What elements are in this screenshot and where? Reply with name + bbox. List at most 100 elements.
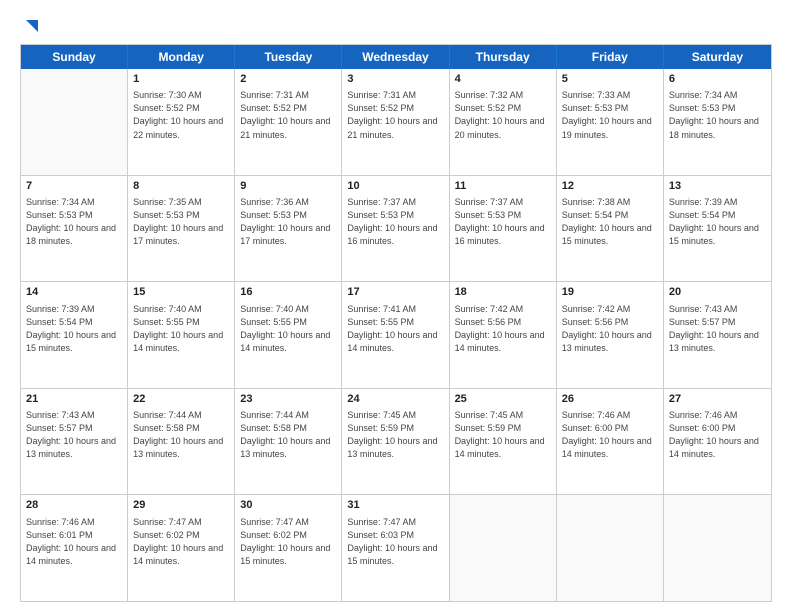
day-number: 29 [133, 498, 229, 513]
day-number: 6 [669, 72, 766, 87]
calendar-cell: 30 Sunrise: 7:47 AM Sunset: 6:02 PM Dayli… [235, 495, 342, 601]
cell-info: Sunrise: 7:41 AM Sunset: 5:55 PM Dayligh… [347, 303, 443, 355]
cell-info: Sunrise: 7:42 AM Sunset: 5:56 PM Dayligh… [562, 303, 658, 355]
calendar-cell: 15 Sunrise: 7:40 AM Sunset: 5:55 PM Dayli… [128, 282, 235, 388]
day-number: 21 [26, 392, 122, 407]
page: SundayMondayTuesdayWednesdayThursdayFrid… [0, 0, 792, 612]
calendar-cell: 17 Sunrise: 7:41 AM Sunset: 5:55 PM Dayli… [342, 282, 449, 388]
cell-info: Sunrise: 7:47 AM Sunset: 6:03 PM Dayligh… [347, 516, 443, 568]
cell-info: Sunrise: 7:37 AM Sunset: 5:53 PM Dayligh… [347, 196, 443, 248]
calendar-cell: 21 Sunrise: 7:43 AM Sunset: 5:57 PM Dayli… [21, 389, 128, 495]
header-day-saturday: Saturday [664, 45, 771, 69]
cell-info: Sunrise: 7:44 AM Sunset: 5:58 PM Dayligh… [240, 409, 336, 461]
cell-info: Sunrise: 7:30 AM Sunset: 5:52 PM Dayligh… [133, 89, 229, 141]
day-number: 19 [562, 285, 658, 300]
cell-info: Sunrise: 7:47 AM Sunset: 6:02 PM Dayligh… [133, 516, 229, 568]
calendar-cell: 16 Sunrise: 7:40 AM Sunset: 5:55 PM Dayli… [235, 282, 342, 388]
day-number: 22 [133, 392, 229, 407]
calendar-row: 1 Sunrise: 7:30 AM Sunset: 5:52 PM Daylig… [21, 69, 771, 175]
cell-info: Sunrise: 7:40 AM Sunset: 5:55 PM Dayligh… [240, 303, 336, 355]
day-number: 9 [240, 179, 336, 194]
cell-info: Sunrise: 7:31 AM Sunset: 5:52 PM Dayligh… [347, 89, 443, 141]
calendar-cell: 4Sunrise: 7:32 AM Sunset: 5:52 PM Daylig… [450, 69, 557, 175]
day-number: 3 [347, 72, 443, 87]
day-number: 11 [455, 179, 551, 194]
calendar: SundayMondayTuesdayWednesdayThursdayFrid… [20, 44, 772, 602]
day-number: 31 [347, 498, 443, 513]
day-number: 20 [669, 285, 766, 300]
cell-info: Sunrise: 7:38 AM Sunset: 5:54 PM Dayligh… [562, 196, 658, 248]
cell-info: Sunrise: 7:39 AM Sunset: 5:54 PM Dayligh… [26, 303, 122, 355]
calendar-cell [450, 495, 557, 601]
cell-info: Sunrise: 7:36 AM Sunset: 5:53 PM Dayligh… [240, 196, 336, 248]
day-number: 12 [562, 179, 658, 194]
day-number: 25 [455, 392, 551, 407]
cell-info: Sunrise: 7:47 AM Sunset: 6:02 PM Dayligh… [240, 516, 336, 568]
calendar-cell [21, 69, 128, 175]
calendar-cell: 1 Sunrise: 7:30 AM Sunset: 5:52 PM Daylig… [128, 69, 235, 175]
calendar-cell [664, 495, 771, 601]
cell-info: Sunrise: 7:37 AM Sunset: 5:53 PM Dayligh… [455, 196, 551, 248]
logo-arrow-icon [24, 18, 40, 34]
day-number: 14 [26, 285, 122, 300]
calendar-cell [557, 495, 664, 601]
calendar-cell: 25 Sunrise: 7:45 AM Sunset: 5:59 PM Dayli… [450, 389, 557, 495]
calendar-header: SundayMondayTuesdayWednesdayThursdayFrid… [21, 45, 771, 69]
day-number: 30 [240, 498, 336, 513]
calendar-cell: 27 Sunrise: 7:46 AM Sunset: 6:00 PM Dayli… [664, 389, 771, 495]
cell-info: Sunrise: 7:42 AM Sunset: 5:56 PM Dayligh… [455, 303, 551, 355]
cell-info: Sunrise: 7:45 AM Sunset: 5:59 PM Dayligh… [347, 409, 443, 461]
calendar-cell: 7 Sunrise: 7:34 AM Sunset: 5:53 PM Daylig… [21, 176, 128, 282]
cell-info: Sunrise: 7:40 AM Sunset: 5:55 PM Dayligh… [133, 303, 229, 355]
cell-info: Sunrise: 7:33 AM Sunset: 5:53 PM Dayligh… [562, 89, 658, 141]
calendar-cell: 12 Sunrise: 7:38 AM Sunset: 5:54 PM Dayli… [557, 176, 664, 282]
cell-info: Sunrise: 7:43 AM Sunset: 5:57 PM Dayligh… [669, 303, 766, 355]
header-day-sunday: Sunday [21, 45, 128, 69]
calendar-cell: 10Sunrise: 7:37 AM Sunset: 5:53 PM Dayli… [342, 176, 449, 282]
calendar-cell: 29 Sunrise: 7:47 AM Sunset: 6:02 PM Dayli… [128, 495, 235, 601]
day-number: 7 [26, 179, 122, 194]
header-day-thursday: Thursday [450, 45, 557, 69]
calendar-row: 28Sunrise: 7:46 AM Sunset: 6:01 PM Dayli… [21, 494, 771, 601]
day-number: 24 [347, 392, 443, 407]
cell-info: Sunrise: 7:44 AM Sunset: 5:58 PM Dayligh… [133, 409, 229, 461]
day-number: 23 [240, 392, 336, 407]
calendar-cell: 2Sunrise: 7:31 AM Sunset: 5:52 PM Daylig… [235, 69, 342, 175]
day-number: 28 [26, 498, 122, 513]
calendar-cell: 3 Sunrise: 7:31 AM Sunset: 5:52 PM Daylig… [342, 69, 449, 175]
calendar-row: 14 Sunrise: 7:39 AM Sunset: 5:54 PM Dayli… [21, 281, 771, 388]
calendar-cell: 22 Sunrise: 7:44 AM Sunset: 5:58 PM Dayli… [128, 389, 235, 495]
calendar-cell: 18 Sunrise: 7:42 AM Sunset: 5:56 PM Dayli… [450, 282, 557, 388]
day-number: 26 [562, 392, 658, 407]
day-number: 1 [133, 72, 229, 87]
calendar-cell: 26 Sunrise: 7:46 AM Sunset: 6:00 PM Dayli… [557, 389, 664, 495]
calendar-cell: 23 Sunrise: 7:44 AM Sunset: 5:58 PM Dayli… [235, 389, 342, 495]
day-number: 13 [669, 179, 766, 194]
day-number: 27 [669, 392, 766, 407]
calendar-cell: 31 Sunrise: 7:47 AM Sunset: 6:03 PM Dayli… [342, 495, 449, 601]
cell-info: Sunrise: 7:43 AM Sunset: 5:57 PM Dayligh… [26, 409, 122, 461]
header-day-friday: Friday [557, 45, 664, 69]
header-day-monday: Monday [128, 45, 235, 69]
header [20, 18, 772, 34]
cell-info: Sunrise: 7:46 AM Sunset: 6:00 PM Dayligh… [669, 409, 766, 461]
calendar-cell: 9 Sunrise: 7:36 AM Sunset: 5:53 PM Daylig… [235, 176, 342, 282]
calendar-cell: 13 Sunrise: 7:39 AM Sunset: 5:54 PM Dayli… [664, 176, 771, 282]
calendar-body: 1 Sunrise: 7:30 AM Sunset: 5:52 PM Daylig… [21, 69, 771, 601]
cell-info: Sunrise: 7:46 AM Sunset: 6:00 PM Dayligh… [562, 409, 658, 461]
day-number: 15 [133, 285, 229, 300]
day-number: 18 [455, 285, 551, 300]
calendar-cell: 24 Sunrise: 7:45 AM Sunset: 5:59 PM Dayli… [342, 389, 449, 495]
header-day-tuesday: Tuesday [235, 45, 342, 69]
cell-info: Sunrise: 7:34 AM Sunset: 5:53 PM Dayligh… [26, 196, 122, 248]
day-number: 17 [347, 285, 443, 300]
logo [20, 18, 40, 34]
cell-info: Sunrise: 7:45 AM Sunset: 5:59 PM Dayligh… [455, 409, 551, 461]
day-number: 16 [240, 285, 336, 300]
cell-info: Sunrise: 7:39 AM Sunset: 5:54 PM Dayligh… [669, 196, 766, 248]
calendar-cell: 28Sunrise: 7:46 AM Sunset: 6:01 PM Dayli… [21, 495, 128, 601]
day-number: 2 [240, 72, 336, 87]
day-number: 4 [455, 72, 551, 87]
day-number: 5 [562, 72, 658, 87]
calendar-cell: 11 Sunrise: 7:37 AM Sunset: 5:53 PM Dayli… [450, 176, 557, 282]
